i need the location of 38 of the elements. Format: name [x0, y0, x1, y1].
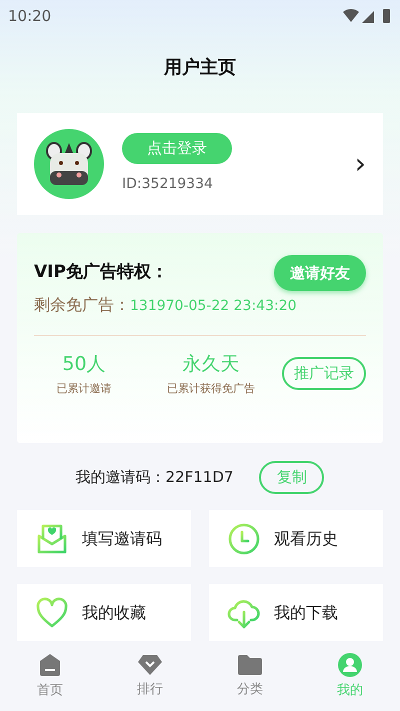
chevron-text: ›	[354, 150, 366, 178]
folder-icon	[237, 654, 263, 676]
stat-value: 永久天	[182, 352, 240, 377]
nav-tab[interactable]: 排行	[100, 643, 200, 711]
diamond-icon	[137, 654, 163, 676]
zebra-avatar	[34, 129, 104, 199]
menu-item[interactable]: 我的下载	[209, 584, 383, 641]
profile-card[interactable]: 点击登录 ID:35219334 ›	[17, 113, 383, 215]
menu-label: 我的收藏	[82, 602, 146, 624]
menu-item[interactable]: 填写邀请码	[17, 510, 191, 567]
menu-label: 填写邀请码	[82, 528, 162, 550]
stat-label: 已累计获得免广告	[167, 380, 255, 396]
clock-icon	[227, 522, 261, 556]
user-id: ID:35219334	[122, 175, 214, 194]
nav-tab[interactable]: 我的	[300, 643, 400, 711]
status-time: 10:20	[8, 6, 52, 27]
nav-tab[interactable]: 分类	[200, 643, 300, 711]
remaining-value: 131970-05-22 23:43:20	[130, 297, 297, 316]
menu-item[interactable]: 观看历史	[209, 510, 383, 567]
stat-value: 50人	[62, 352, 106, 377]
menu-item[interactable]: 我的收藏	[17, 584, 191, 641]
stat-label: 已累计邀请	[56, 380, 112, 396]
invite-code: 我的邀请码：22F11D7	[76, 467, 234, 488]
copy-button[interactable]: 复制	[259, 461, 324, 494]
envelope-icon	[35, 522, 69, 556]
remaining-label: 剩余免广告：	[34, 294, 130, 316]
records-button[interactable]: 推广记录	[282, 357, 366, 390]
home-icon	[39, 653, 61, 678]
nav-tab[interactable]: 首页	[0, 643, 100, 711]
heart-icon	[35, 596, 69, 630]
menu-label: 观看历史	[274, 528, 338, 550]
page-title: 用户主页	[164, 56, 236, 80]
vip-title: VIP免广告特权：	[34, 261, 168, 284]
login-button[interactable]: 点击登录	[122, 133, 232, 164]
menu-label: 我的下载	[274, 602, 338, 624]
status-icons	[342, 8, 392, 24]
user-icon	[338, 653, 362, 678]
invite-friends-button[interactable]: 邀请好友	[274, 255, 366, 291]
